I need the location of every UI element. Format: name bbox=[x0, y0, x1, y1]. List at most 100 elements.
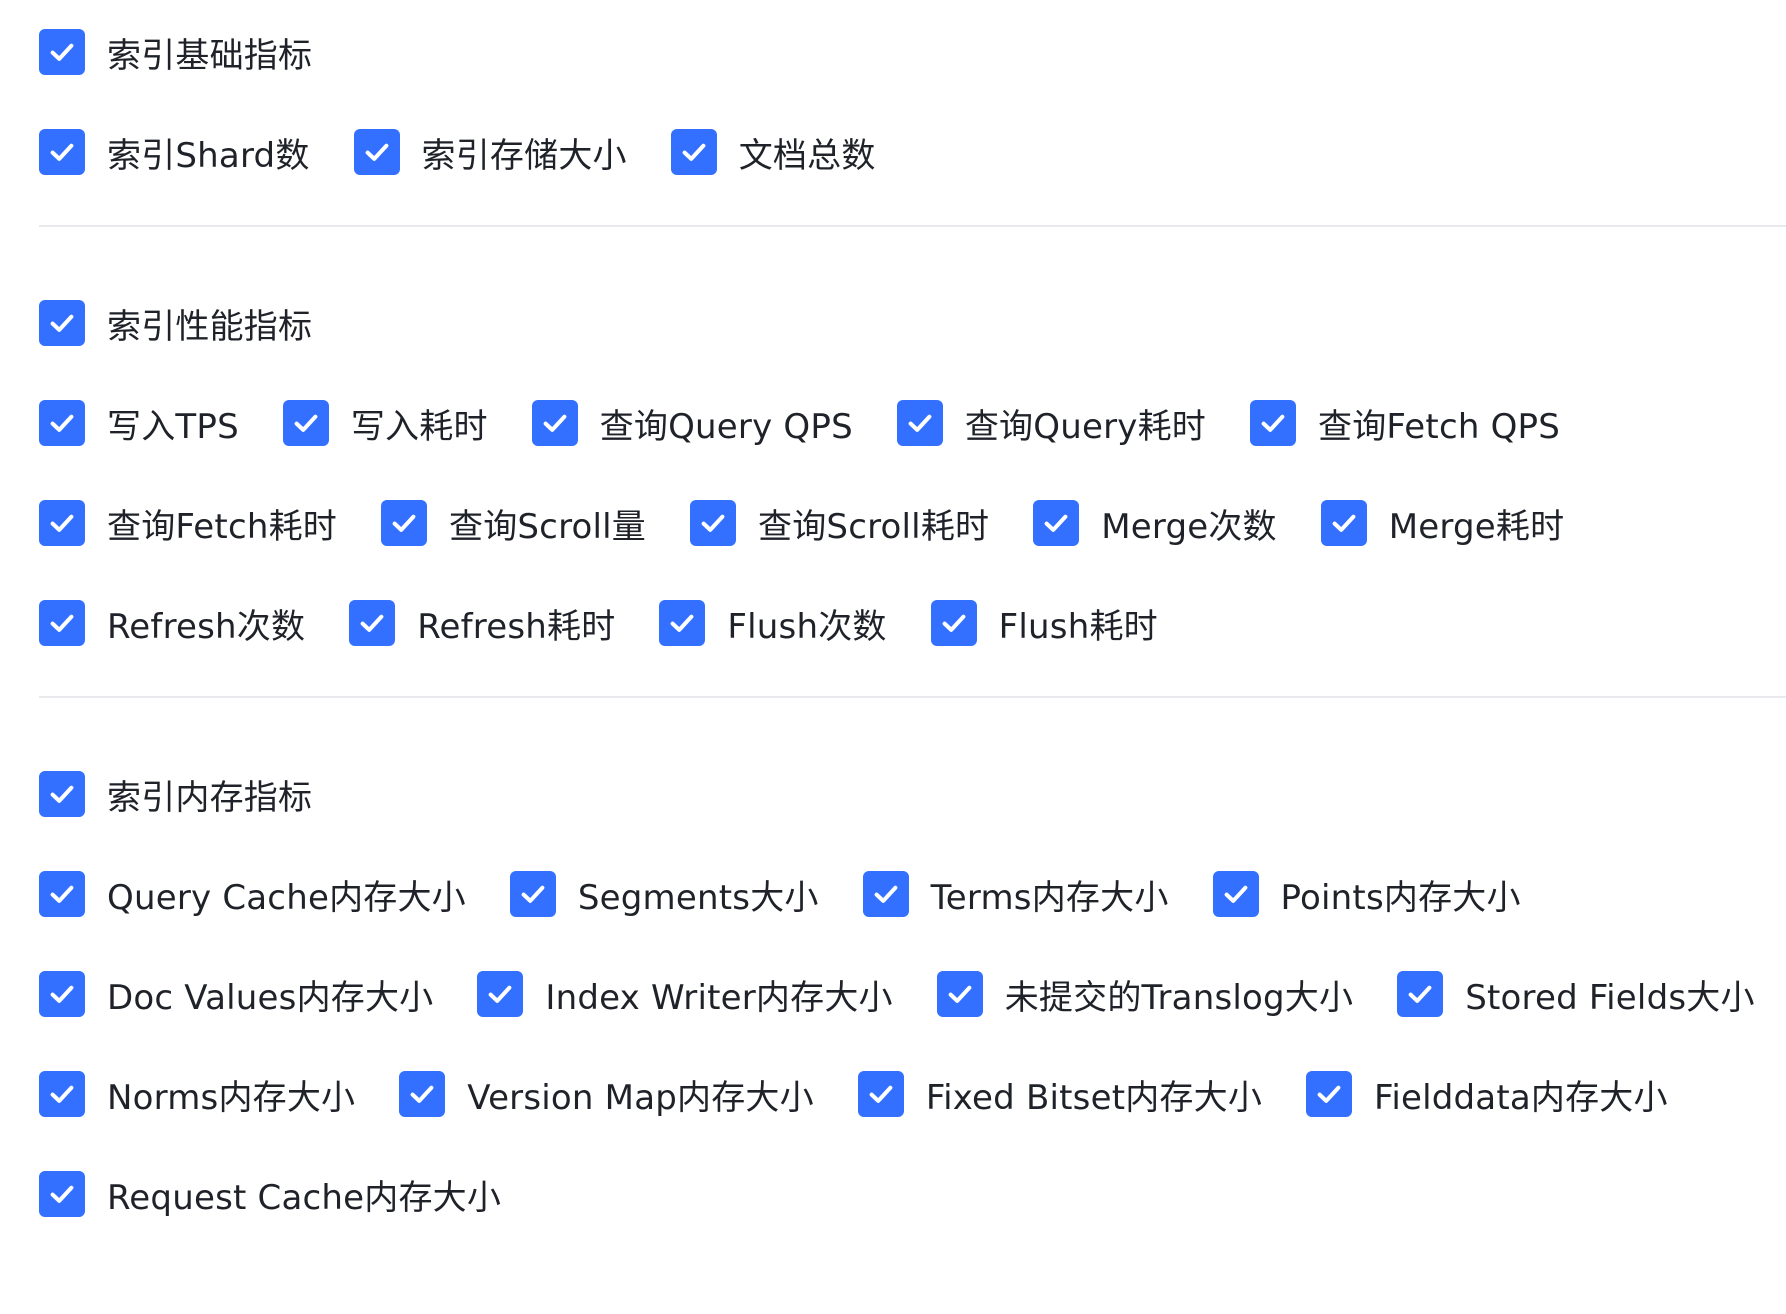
checkbox[interactable] bbox=[1250, 400, 1296, 446]
checkmark-icon bbox=[47, 779, 77, 809]
metric-checkbox[interactable]: Points内存大小 bbox=[1212, 870, 1521, 919]
checkbox-label: 未提交的Translog大小 bbox=[1004, 977, 1354, 1018]
checkmark-icon bbox=[47, 979, 77, 1009]
checkmark-icon bbox=[389, 508, 419, 538]
checkbox[interactable] bbox=[1306, 1071, 1353, 1117]
checkmark-icon bbox=[939, 608, 969, 638]
checkbox-label: Refresh次数 bbox=[107, 606, 306, 647]
metric-checkbox[interactable]: Flush耗时 bbox=[930, 599, 1158, 648]
checkbox[interactable] bbox=[857, 1071, 904, 1117]
checkbox[interactable] bbox=[381, 500, 427, 546]
checkbox[interactable] bbox=[39, 400, 85, 446]
checkbox[interactable] bbox=[690, 500, 737, 546]
checkbox[interactable] bbox=[39, 1171, 85, 1217]
metric-checkbox[interactable]: 查询Scroll量 bbox=[381, 499, 646, 548]
metric-checkbox[interactable]: Merge耗时 bbox=[1320, 499, 1565, 548]
checkbox[interactable] bbox=[399, 1071, 446, 1117]
checkbox-label: 查询Scroll耗时 bbox=[758, 506, 990, 547]
checkbox-row: Doc Values内存大小 Index Writer内存大小 未提交的Transl… bbox=[39, 970, 1786, 1019]
metric-checkbox[interactable]: 文档总数 bbox=[670, 128, 876, 177]
metric-checkbox[interactable]: Terms内存大小 bbox=[862, 870, 1169, 919]
checkmark-icon bbox=[1314, 1079, 1344, 1109]
checkmark-icon bbox=[47, 608, 77, 638]
checkbox-label: 查询Fetch耗时 bbox=[107, 506, 337, 547]
metric-checkbox[interactable]: Segments大小 bbox=[509, 870, 819, 919]
checkbox[interactable] bbox=[477, 971, 524, 1017]
metric-checkbox[interactable]: Merge次数 bbox=[1033, 499, 1277, 548]
metric-checkbox[interactable]: Doc Values内存大小 bbox=[39, 970, 433, 1019]
checkbox[interactable] bbox=[353, 129, 400, 175]
checkbox-label: Terms内存大小 bbox=[930, 877, 1169, 918]
checkbox-label: Index Writer内存大小 bbox=[545, 977, 893, 1018]
checkbox[interactable] bbox=[39, 600, 85, 646]
checkbox[interactable] bbox=[896, 400, 943, 446]
group-checkbox-basic[interactable]: 索引基础指标 bbox=[39, 28, 312, 77]
checkbox[interactable] bbox=[531, 400, 578, 446]
checkbox-label: 写入耗时 bbox=[350, 406, 488, 447]
group-checkbox-memory[interactable]: 索引内存指标 bbox=[39, 770, 312, 819]
metric-checkbox[interactable]: Refresh次数 bbox=[39, 599, 305, 648]
metric-checkbox[interactable]: 查询Query QPS bbox=[531, 399, 853, 448]
checkmark-icon bbox=[1221, 879, 1251, 909]
checkmark-icon bbox=[47, 1079, 77, 1109]
checkbox[interactable] bbox=[670, 129, 717, 175]
checkbox[interactable] bbox=[39, 300, 85, 346]
checkbox[interactable] bbox=[862, 871, 909, 917]
checkmark-icon bbox=[1041, 508, 1071, 538]
checkbox-label: Merge次数 bbox=[1101, 506, 1277, 547]
metric-checkbox[interactable]: Stored Fields大小 bbox=[1397, 970, 1754, 1019]
checkbox[interactable] bbox=[1320, 500, 1367, 546]
checkmark-icon bbox=[47, 408, 77, 438]
checkbox-label: 索引性能指标 bbox=[107, 306, 313, 347]
metric-checkbox[interactable]: Request Cache内存大小 bbox=[39, 1170, 501, 1219]
checkbox[interactable] bbox=[39, 1071, 85, 1117]
metric-checkbox[interactable]: 写入耗时 bbox=[282, 399, 488, 448]
metric-checkbox[interactable]: 未提交的Translog大小 bbox=[936, 970, 1354, 1019]
checkbox[interactable] bbox=[39, 971, 85, 1017]
checkbox-label: 查询Fetch QPS bbox=[1318, 406, 1561, 447]
metric-checkbox[interactable]: 查询Scroll耗时 bbox=[690, 499, 989, 548]
metric-checkbox[interactable]: Flush次数 bbox=[659, 599, 886, 648]
checkbox[interactable] bbox=[930, 600, 977, 646]
checkbox[interactable] bbox=[39, 29, 85, 75]
checkbox[interactable] bbox=[1212, 871, 1259, 917]
checkmark-icon bbox=[905, 408, 935, 438]
checkmark-icon bbox=[47, 308, 77, 338]
section-performance: 索引性能指标 写入TPS 写入耗时 查询Query QPS 查询Query耗时 查询Fet… bbox=[39, 225, 1786, 648]
checkbox[interactable] bbox=[659, 600, 706, 646]
checkbox[interactable] bbox=[936, 971, 983, 1017]
checkbox[interactable] bbox=[39, 871, 85, 917]
checkmark-icon bbox=[1258, 408, 1288, 438]
section-memory: 索引内存指标 Query Cache内存大小 Segments大小 Terms内存大小… bbox=[39, 696, 1786, 1219]
checkbox-row: Norms内存大小 Version Map内存大小 Fixed Bitset内存大小… bbox=[39, 1070, 1786, 1119]
checkbox[interactable] bbox=[349, 600, 396, 646]
metric-checkbox[interactable]: 查询Fetch耗时 bbox=[39, 499, 337, 548]
checkbox[interactable] bbox=[39, 129, 85, 175]
metric-checkbox[interactable]: Query Cache内存大小 bbox=[39, 870, 466, 919]
checkbox[interactable] bbox=[39, 500, 85, 546]
checkmark-icon bbox=[518, 879, 548, 909]
checkbox-label: Merge耗时 bbox=[1388, 506, 1565, 547]
metric-checkbox[interactable]: Fielddata内存大小 bbox=[1306, 1070, 1668, 1119]
checkbox[interactable] bbox=[509, 871, 556, 917]
metric-checkbox[interactable]: Norms内存大小 bbox=[39, 1070, 355, 1119]
metric-checkbox[interactable]: 索引存储大小 bbox=[353, 128, 627, 177]
checkbox[interactable] bbox=[1397, 971, 1444, 1017]
checkbox[interactable] bbox=[1033, 500, 1080, 546]
checkbox-label: Query Cache内存大小 bbox=[107, 877, 466, 918]
checkbox-row: 查询Fetch耗时 查询Scroll量 查询Scroll耗时 Merge次数 Merge… bbox=[39, 499, 1786, 548]
metric-checkbox[interactable]: Index Writer内存大小 bbox=[477, 970, 893, 1019]
metric-checkbox[interactable]: Refresh耗时 bbox=[349, 599, 615, 648]
group-checkbox-performance[interactable]: 索引性能指标 bbox=[39, 299, 312, 348]
metric-checkbox[interactable]: 查询Fetch QPS bbox=[1250, 399, 1560, 448]
checkbox[interactable] bbox=[39, 771, 85, 817]
metric-checkbox[interactable]: Version Map内存大小 bbox=[399, 1070, 814, 1119]
checkbox[interactable] bbox=[282, 400, 329, 446]
metric-checkbox[interactable]: 索引Shard数 bbox=[39, 128, 310, 177]
metric-checkbox[interactable]: 写入TPS bbox=[39, 399, 239, 448]
metric-checkbox[interactable]: Fixed Bitset内存大小 bbox=[857, 1070, 1262, 1119]
checkmark-icon bbox=[47, 37, 77, 67]
checkmark-icon bbox=[47, 137, 77, 167]
metric-checkbox[interactable]: 查询Query耗时 bbox=[896, 399, 1206, 448]
checkbox-label: Fielddata内存大小 bbox=[1374, 1077, 1668, 1118]
